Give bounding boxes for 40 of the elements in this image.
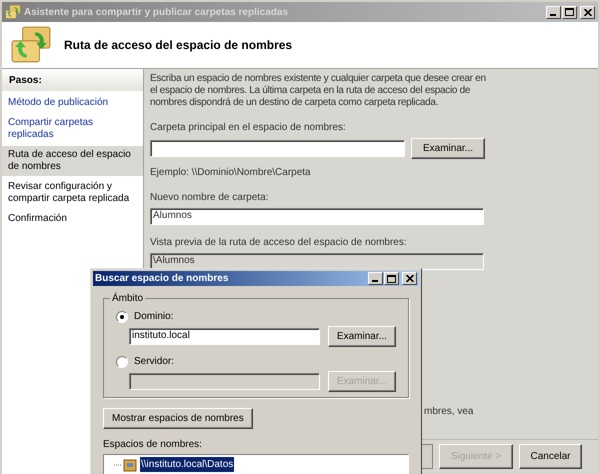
example-text: Ejemplo: \\Dominio\Nombre\Carpeta bbox=[150, 166, 312, 180]
radio-label: Dominio: bbox=[134, 310, 174, 324]
maximize-icon bbox=[565, 8, 574, 16]
namespace-item[interactable]: \\instituto.local\Datos bbox=[140, 457, 234, 472]
step-item[interactable]: Método de publicación bbox=[2, 94, 143, 112]
help-text: mbres, vea bbox=[424, 405, 474, 419]
maximize-button[interactable] bbox=[384, 272, 399, 285]
step-item[interactable]: Revisar configuración y compartir carpeta replicada bbox=[2, 178, 143, 208]
dialog-title: Buscar espacio de nombres bbox=[95, 272, 228, 286]
close-button[interactable] bbox=[402, 272, 417, 285]
close-icon bbox=[584, 8, 592, 16]
field-label: Vista previa de la ruta de acceso del espacio de nombres: bbox=[150, 236, 408, 250]
browse-button[interactable]: Examinar... bbox=[328, 326, 396, 347]
radio-button[interactable] bbox=[116, 310, 128, 322]
step-item[interactable]: Ruta de acceso del espacio de nombres bbox=[2, 146, 143, 176]
cancel-button[interactable]: Cancelar bbox=[519, 444, 582, 469]
maximize-icon bbox=[387, 274, 396, 282]
preview-field: \Alumnos bbox=[150, 253, 484, 270]
folder-sync-icon bbox=[5, 4, 21, 20]
close-icon bbox=[406, 275, 414, 282]
minimize-button[interactable] bbox=[546, 6, 561, 18]
minimize-button[interactable] bbox=[368, 272, 383, 285]
page-title: Ruta de acceso del espacio de nombres bbox=[64, 37, 292, 54]
instructions-text: Escriba un espacio de nombres existente y cualquier carpeta que desee crear en el espacio de nombres. La última carpeta en la ruta de acceso del espacio de nombres dispondrá de un destino de carpeta como carpeta replicada. bbox=[150, 73, 487, 109]
step-item[interactable]: Confirmación bbox=[2, 210, 143, 228]
close-button[interactable] bbox=[580, 6, 595, 18]
namespace-icon bbox=[114, 458, 138, 472]
field-label: Carpeta principal en el espacio de nombres: bbox=[150, 121, 347, 135]
input-field[interactable]: Alumnos bbox=[150, 208, 484, 225]
browse-button[interactable]: Examinar... bbox=[411, 138, 485, 159]
field-label: Nuevo nombre de carpeta: bbox=[150, 191, 270, 205]
show-namespaces-button[interactable]: Mostrar espacios de nombres bbox=[103, 408, 253, 429]
input-field[interactable] bbox=[150, 140, 405, 157]
list-label: Espacios de nombres: bbox=[103, 438, 203, 452]
window-title: Asistente para compartir y publicar carpetas replicadas bbox=[24, 6, 288, 20]
radio-label: Servidor: bbox=[134, 355, 174, 369]
steps-heading: Pasos: bbox=[2, 69, 143, 91]
step-item[interactable]: Compartir carpetas replicadas bbox=[2, 114, 143, 144]
maximize-button[interactable] bbox=[562, 6, 577, 18]
input-field[interactable]: instituto.local bbox=[129, 328, 320, 345]
